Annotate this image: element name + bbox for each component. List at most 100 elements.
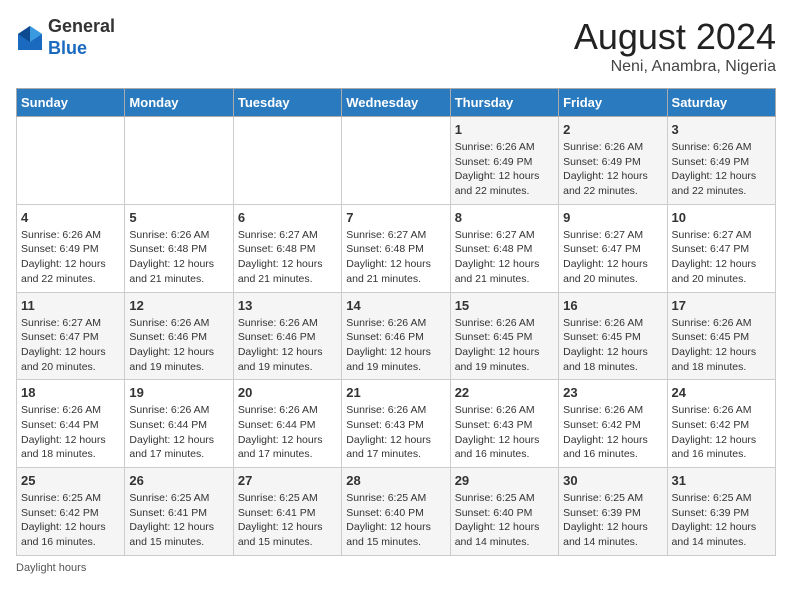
- day-number: 1: [455, 122, 554, 137]
- day-info: Sunrise: 6:25 AM Sunset: 6:40 PM Dayligh…: [455, 491, 554, 550]
- sunset-label: Sunset: 6:40 PM: [346, 507, 424, 519]
- day-cell: 3 Sunrise: 6:26 AM Sunset: 6:49 PM Dayli…: [667, 117, 775, 205]
- day-info: Sunrise: 6:25 AM Sunset: 6:41 PM Dayligh…: [238, 491, 337, 550]
- daylight-label: Daylight: 12 hours and 18 minutes.: [563, 346, 648, 373]
- day-info: Sunrise: 6:26 AM Sunset: 6:45 PM Dayligh…: [563, 316, 662, 375]
- calendar-body: 1 Sunrise: 6:26 AM Sunset: 6:49 PM Dayli…: [17, 117, 776, 556]
- day-cell: 21 Sunrise: 6:26 AM Sunset: 6:43 PM Dayl…: [342, 380, 450, 468]
- day-cell: [17, 117, 125, 205]
- day-number: 9: [563, 210, 662, 225]
- daylight-label: Daylight: 12 hours and 16 minutes.: [455, 434, 540, 461]
- sunrise-label: Sunrise: 6:26 AM: [563, 141, 643, 153]
- day-cell: 1 Sunrise: 6:26 AM Sunset: 6:49 PM Dayli…: [450, 117, 558, 205]
- day-cell: 25 Sunrise: 6:25 AM Sunset: 6:42 PM Dayl…: [17, 468, 125, 556]
- sunset-label: Sunset: 6:45 PM: [455, 331, 533, 343]
- day-info: Sunrise: 6:27 AM Sunset: 6:48 PM Dayligh…: [238, 228, 337, 287]
- day-cell: [125, 117, 233, 205]
- page-header: General Blue August 2024 Neni, Anambra, …: [16, 16, 776, 76]
- day-number: 2: [563, 122, 662, 137]
- day-cell: 11 Sunrise: 6:27 AM Sunset: 6:47 PM Dayl…: [17, 292, 125, 380]
- sunset-label: Sunset: 6:46 PM: [238, 331, 316, 343]
- day-number: 11: [21, 298, 120, 313]
- week-row-5: 25 Sunrise: 6:25 AM Sunset: 6:42 PM Dayl…: [17, 468, 776, 556]
- day-cell: 29 Sunrise: 6:25 AM Sunset: 6:40 PM Dayl…: [450, 468, 558, 556]
- sunrise-label: Sunrise: 6:26 AM: [129, 317, 209, 329]
- sunset-label: Sunset: 6:41 PM: [238, 507, 316, 519]
- day-number: 3: [672, 122, 771, 137]
- day-info: Sunrise: 6:25 AM Sunset: 6:41 PM Dayligh…: [129, 491, 228, 550]
- day-number: 8: [455, 210, 554, 225]
- sunset-label: Sunset: 6:39 PM: [563, 507, 641, 519]
- day-info: Sunrise: 6:26 AM Sunset: 6:49 PM Dayligh…: [672, 140, 771, 199]
- daylight-label: Daylight: 12 hours and 18 minutes.: [672, 346, 757, 373]
- day-info: Sunrise: 6:26 AM Sunset: 6:43 PM Dayligh…: [455, 403, 554, 462]
- sunset-label: Sunset: 6:43 PM: [455, 419, 533, 431]
- daylight-label: Daylight: 12 hours and 17 minutes.: [238, 434, 323, 461]
- day-cell: 14 Sunrise: 6:26 AM Sunset: 6:46 PM Dayl…: [342, 292, 450, 380]
- sunrise-label: Sunrise: 6:26 AM: [238, 317, 318, 329]
- daylight-label: Daylight: 12 hours and 21 minutes.: [129, 258, 214, 285]
- sunset-label: Sunset: 6:44 PM: [129, 419, 207, 431]
- sunset-label: Sunset: 6:42 PM: [563, 419, 641, 431]
- sunset-label: Sunset: 6:45 PM: [672, 331, 750, 343]
- sunset-label: Sunset: 6:42 PM: [21, 507, 99, 519]
- day-cell: 13 Sunrise: 6:26 AM Sunset: 6:46 PM Dayl…: [233, 292, 341, 380]
- day-cell: 19 Sunrise: 6:26 AM Sunset: 6:44 PM Dayl…: [125, 380, 233, 468]
- daylight-label: Daylight: 12 hours and 22 minutes.: [672, 170, 757, 197]
- daylight-label: Daylight: 12 hours and 20 minutes.: [672, 258, 757, 285]
- day-cell: 12 Sunrise: 6:26 AM Sunset: 6:46 PM Dayl…: [125, 292, 233, 380]
- sunset-label: Sunset: 6:44 PM: [21, 419, 99, 431]
- sunset-label: Sunset: 6:47 PM: [672, 243, 750, 255]
- daylight-label: Daylight: 12 hours and 21 minutes.: [455, 258, 540, 285]
- day-cell: 27 Sunrise: 6:25 AM Sunset: 6:41 PM Dayl…: [233, 468, 341, 556]
- sunrise-label: Sunrise: 6:26 AM: [455, 317, 535, 329]
- day-info: Sunrise: 6:26 AM Sunset: 6:49 PM Dayligh…: [563, 140, 662, 199]
- week-row-2: 4 Sunrise: 6:26 AM Sunset: 6:49 PM Dayli…: [17, 204, 776, 292]
- sunset-label: Sunset: 6:42 PM: [672, 419, 750, 431]
- day-number: 13: [238, 298, 337, 313]
- day-cell: 31 Sunrise: 6:25 AM Sunset: 6:39 PM Dayl…: [667, 468, 775, 556]
- day-cell: 17 Sunrise: 6:26 AM Sunset: 6:45 PM Dayl…: [667, 292, 775, 380]
- daylight-label: Daylight: 12 hours and 21 minutes.: [238, 258, 323, 285]
- day-number: 24: [672, 385, 771, 400]
- sunrise-label: Sunrise: 6:25 AM: [21, 492, 101, 504]
- day-number: 30: [563, 473, 662, 488]
- daylight-label: Daylight: 12 hours and 19 minutes.: [455, 346, 540, 373]
- day-cell: 20 Sunrise: 6:26 AM Sunset: 6:44 PM Dayl…: [233, 380, 341, 468]
- sunset-label: Sunset: 6:48 PM: [455, 243, 533, 255]
- sunset-label: Sunset: 6:49 PM: [672, 156, 750, 168]
- day-cell: 9 Sunrise: 6:27 AM Sunset: 6:47 PM Dayli…: [559, 204, 667, 292]
- sunrise-label: Sunrise: 6:25 AM: [672, 492, 752, 504]
- daylight-label: Daylight: 12 hours and 22 minutes.: [563, 170, 648, 197]
- daylight-label: Daylight: 12 hours and 15 minutes.: [129, 521, 214, 548]
- day-info: Sunrise: 6:25 AM Sunset: 6:39 PM Dayligh…: [563, 491, 662, 550]
- day-info: Sunrise: 6:26 AM Sunset: 6:44 PM Dayligh…: [238, 403, 337, 462]
- day-cell: 16 Sunrise: 6:26 AM Sunset: 6:45 PM Dayl…: [559, 292, 667, 380]
- day-info: Sunrise: 6:26 AM Sunset: 6:44 PM Dayligh…: [21, 403, 120, 462]
- day-info: Sunrise: 6:26 AM Sunset: 6:45 PM Dayligh…: [672, 316, 771, 375]
- sunset-label: Sunset: 6:40 PM: [455, 507, 533, 519]
- day-cell: 22 Sunrise: 6:26 AM Sunset: 6:43 PM Dayl…: [450, 380, 558, 468]
- sunrise-label: Sunrise: 6:27 AM: [346, 229, 426, 241]
- sunrise-label: Sunrise: 6:25 AM: [238, 492, 318, 504]
- sunset-label: Sunset: 6:41 PM: [129, 507, 207, 519]
- daylight-label: Daylight: 12 hours and 18 minutes.: [21, 434, 106, 461]
- day-number: 25: [21, 473, 120, 488]
- weekday-header-tuesday: Tuesday: [233, 89, 341, 117]
- day-number: 14: [346, 298, 445, 313]
- day-info: Sunrise: 6:26 AM Sunset: 6:42 PM Dayligh…: [563, 403, 662, 462]
- day-number: 12: [129, 298, 228, 313]
- calendar-header: SundayMondayTuesdayWednesdayThursdayFrid…: [17, 89, 776, 117]
- sunrise-label: Sunrise: 6:26 AM: [563, 404, 643, 416]
- location-subtitle: Neni, Anambra, Nigeria: [574, 58, 776, 76]
- sunrise-label: Sunrise: 6:25 AM: [346, 492, 426, 504]
- sunrise-label: Sunrise: 6:25 AM: [455, 492, 535, 504]
- day-info: Sunrise: 6:26 AM Sunset: 6:46 PM Dayligh…: [238, 316, 337, 375]
- day-number: 4: [21, 210, 120, 225]
- day-cell: 18 Sunrise: 6:26 AM Sunset: 6:44 PM Dayl…: [17, 380, 125, 468]
- weekday-header-saturday: Saturday: [667, 89, 775, 117]
- sunrise-label: Sunrise: 6:26 AM: [672, 141, 752, 153]
- day-number: 18: [21, 385, 120, 400]
- weekday-header-friday: Friday: [559, 89, 667, 117]
- day-number: 23: [563, 385, 662, 400]
